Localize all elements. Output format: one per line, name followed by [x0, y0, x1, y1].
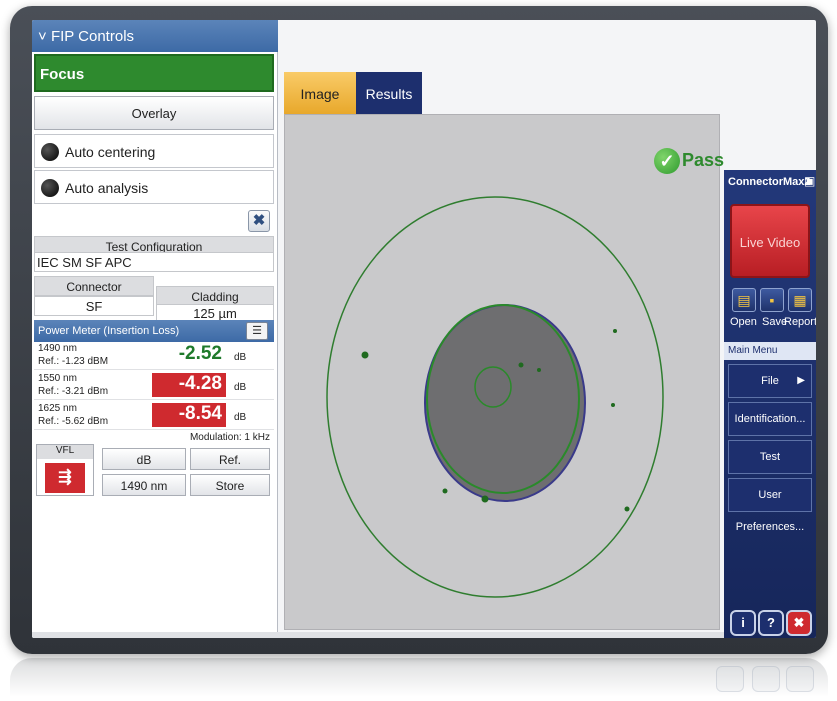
- ref-label: Ref.: -1.23 dBM: [38, 356, 109, 367]
- settings-icon[interactable]: ☰: [246, 322, 268, 340]
- main-menu-heading: Main Menu: [724, 342, 816, 360]
- fip-controls-panel: ˅ FIP Controls Focus Overlay Auto center…: [32, 20, 278, 632]
- status-bar: [32, 632, 724, 638]
- lock-icon[interactable]: ▣: [804, 174, 815, 188]
- menu-item-label: File: [761, 375, 779, 387]
- screen: ˅ FIP Controls Focus Overlay Auto center…: [32, 20, 816, 638]
- power-meter-row: 1550 nm Ref.: -3.21 dBm -4.28 dB: [34, 372, 274, 400]
- power-meter-row: 1490 nm Ref.: -1.23 dBM -2.52 dB: [34, 342, 274, 370]
- fiber-endface-image: [326, 196, 664, 598]
- app-name: ConnectorMax2: [728, 176, 811, 188]
- db-button[interactable]: dB: [102, 448, 186, 470]
- close-icon[interactable]: ✖: [786, 610, 812, 636]
- live-video-button[interactable]: Live Video: [730, 204, 810, 278]
- overlay-button[interactable]: Overlay: [34, 96, 274, 130]
- menu-item-test-configuration[interactable]: Test Configuration...: [728, 440, 812, 495]
- menu-item-user-preferences[interactable]: User Preferences...: [728, 478, 812, 533]
- vfl-control[interactable]: VFL ⇶: [36, 444, 94, 496]
- focus-button[interactable]: Focus: [34, 54, 274, 92]
- wavelength-label: 1625 nm: [38, 403, 77, 414]
- unit-label: dB: [234, 412, 247, 423]
- power-meter-row: 1625 nm Ref.: -5.62 dBm -8.54 dB: [34, 402, 274, 430]
- test-config-value[interactable]: IEC SM SF APC: [34, 252, 274, 272]
- store-button[interactable]: Store: [190, 474, 270, 496]
- connector-value[interactable]: SF: [34, 296, 154, 316]
- cladding-heading: Cladding: [156, 286, 274, 306]
- unit-label: dB: [234, 352, 247, 363]
- power-value: -4.28: [152, 373, 226, 397]
- tab-image[interactable]: Image: [284, 72, 356, 114]
- radio-icon[interactable]: [41, 143, 59, 161]
- report-icon[interactable]: ▦: [788, 288, 812, 312]
- auto-centering-label: Auto centering: [65, 144, 156, 160]
- auto-analysis-label: Auto analysis: [65, 180, 149, 196]
- reflection-button: [752, 666, 780, 692]
- folder-icon[interactable]: ▤: [732, 288, 756, 312]
- help-icon[interactable]: ?: [758, 610, 784, 636]
- report-label[interactable]: Report: [784, 316, 816, 328]
- power-meter-title: Power Meter (Insertion Loss): [34, 320, 274, 342]
- tab-results[interactable]: Results: [356, 72, 422, 114]
- fiber-image: [284, 114, 720, 630]
- modulation-label: Modulation: 1 kHz: [189, 432, 270, 443]
- power-value: -2.52: [178, 343, 222, 364]
- panel-title-text: FIP Controls: [50, 28, 135, 45]
- info-icon[interactable]: i: [730, 610, 756, 636]
- ref-label: Ref.: -3.21 dBm: [38, 386, 109, 397]
- auto-centering-row[interactable]: Auto centering: [34, 134, 274, 168]
- unit-label: dB: [234, 382, 247, 393]
- vfl-label: VFL: [37, 445, 93, 459]
- connector-heading: Connector: [34, 276, 154, 296]
- collapse-icon[interactable]: ˅: [38, 28, 51, 45]
- close-icon[interactable]: ✖: [248, 210, 270, 232]
- right-sidebar: ConnectorMax2 ▣ Live Video ▤ ▪ ▦ Open Sa…: [724, 170, 816, 638]
- device-frame: ˅ FIP Controls Focus Overlay Auto center…: [10, 6, 828, 654]
- wavelength-label: 1490 nm: [38, 343, 77, 354]
- pass-label: Pass: [682, 150, 725, 170]
- chevron-right-icon: ▶: [797, 375, 805, 386]
- save-icon[interactable]: ▪: [760, 288, 784, 312]
- check-icon: ✓: [654, 148, 680, 174]
- power-value: -8.54: [152, 403, 226, 427]
- reflection-button: [716, 666, 744, 692]
- wavelength-label: 1550 nm: [38, 373, 77, 384]
- panel-title[interactable]: ˅ FIP Controls: [32, 20, 278, 52]
- menu-item-identification[interactable]: Identification...: [728, 402, 812, 436]
- ref-label: Ref.: -5.62 dBm: [38, 416, 109, 427]
- auto-analysis-row[interactable]: Auto analysis: [34, 170, 274, 204]
- radio-icon[interactable]: [41, 179, 59, 197]
- open-label[interactable]: Open: [730, 316, 757, 328]
- reflection-button: [786, 666, 814, 692]
- ref-button[interactable]: Ref.: [190, 448, 270, 470]
- wavelength-button[interactable]: 1490 nm: [102, 474, 186, 496]
- laser-icon[interactable]: ⇶: [45, 463, 85, 493]
- menu-item-file[interactable]: File ▶: [728, 364, 812, 398]
- device-reflection: [10, 658, 828, 701]
